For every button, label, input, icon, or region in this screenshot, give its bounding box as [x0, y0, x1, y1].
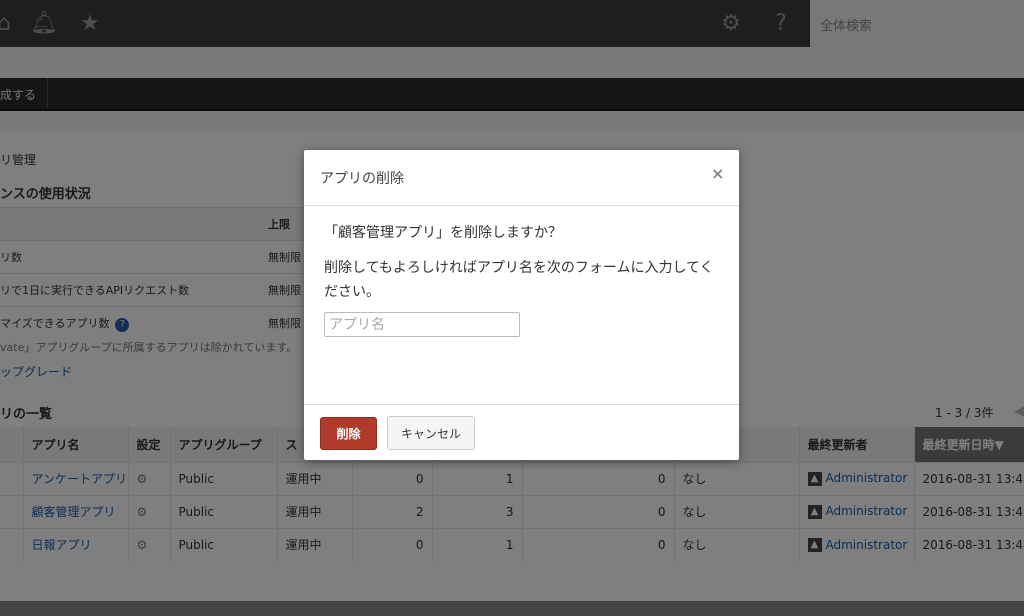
delete-app-dialog: アプリの削除 × 「顧客管理アプリ」を削除しますか？ 削除してもよろしければアプ… — [304, 150, 739, 460]
delete-instruction: 削除してもよろしければアプリ名を次のフォームに入力してください。 — [324, 260, 714, 300]
cancel-button[interactable]: キャンセル — [387, 416, 475, 450]
app-name-input[interactable] — [324, 312, 520, 337]
delete-button[interactable]: 削除 — [320, 417, 377, 450]
close-icon[interactable]: × — [711, 164, 724, 183]
divider — [304, 205, 739, 206]
delete-question: 「顧客管理アプリ」を削除しますか？ — [324, 225, 562, 241]
divider — [304, 404, 739, 405]
dialog-title: アプリの削除 — [320, 171, 404, 187]
